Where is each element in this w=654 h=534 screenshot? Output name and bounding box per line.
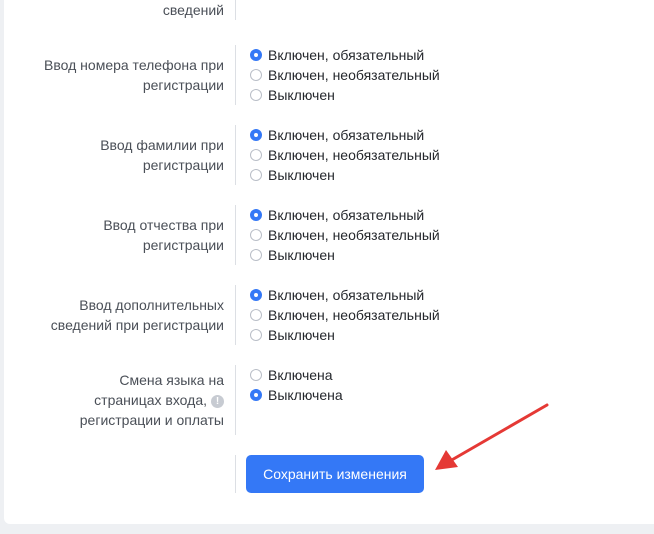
surname-field-label: Ввод фамилии при регистрации	[100, 137, 224, 173]
surname-option-required[interactable]: Включен, обязательный	[250, 125, 424, 145]
radio-icon[interactable]	[250, 229, 262, 241]
info-icon[interactable]: !	[211, 394, 224, 408]
patronymic-option-required[interactable]: Включен, обязательный	[250, 205, 424, 225]
additional-option-required[interactable]: Включен, обязательный	[250, 285, 424, 305]
language-option-off[interactable]: Выключена	[250, 385, 343, 405]
radio-icon[interactable]	[250, 289, 262, 301]
annotation-arrow-icon	[435, 403, 549, 470]
radio-icon[interactable]	[250, 209, 262, 221]
radio-icon[interactable]	[250, 129, 262, 141]
divider	[235, 365, 236, 435]
divider	[235, 125, 236, 185]
additional-option-off[interactable]: Выключен	[250, 325, 335, 345]
language-option-on[interactable]: Включена	[250, 365, 333, 385]
phone-option-optional[interactable]: Включен, необязательный	[250, 65, 440, 85]
patronymic-option-off[interactable]: Выключен	[250, 245, 335, 265]
surname-option-off[interactable]: Выключен	[250, 165, 335, 185]
phone-option-required[interactable]: Включен, обязательный	[250, 45, 424, 65]
radio-icon[interactable]	[250, 389, 262, 401]
radio-icon[interactable]	[250, 249, 262, 261]
partial-field-label: сведений	[162, 2, 224, 18]
surname-option-optional[interactable]: Включен, необязательный	[250, 145, 440, 165]
divider	[235, 45, 236, 105]
phone-option-off[interactable]: Выключен	[250, 85, 335, 105]
radio-icon[interactable]	[250, 89, 262, 101]
divider	[235, 285, 236, 345]
radio-icon[interactable]	[250, 309, 262, 321]
divider	[235, 455, 236, 493]
patronymic-field-label: Ввод отчества при регистрации	[103, 217, 224, 253]
divider	[235, 0, 236, 20]
radio-icon[interactable]	[250, 149, 262, 161]
additional-info-field-label: Ввод дополнительных сведений при регистр…	[50, 297, 224, 333]
radio-icon[interactable]	[250, 69, 262, 81]
phone-field-label: Ввод номера телефона при регистрации	[44, 57, 224, 93]
radio-icon[interactable]	[250, 169, 262, 181]
radio-icon[interactable]	[250, 49, 262, 61]
radio-icon[interactable]	[250, 329, 262, 341]
additional-option-optional[interactable]: Включен, необязательный	[250, 305, 440, 325]
patronymic-option-optional[interactable]: Включен, необязательный	[250, 225, 440, 245]
language-switch-field-label: Смена языка на страницах входа,! регистр…	[79, 372, 224, 428]
radio-icon[interactable]	[250, 369, 262, 381]
save-changes-button[interactable]: Сохранить изменения	[246, 455, 424, 493]
divider	[235, 205, 236, 265]
